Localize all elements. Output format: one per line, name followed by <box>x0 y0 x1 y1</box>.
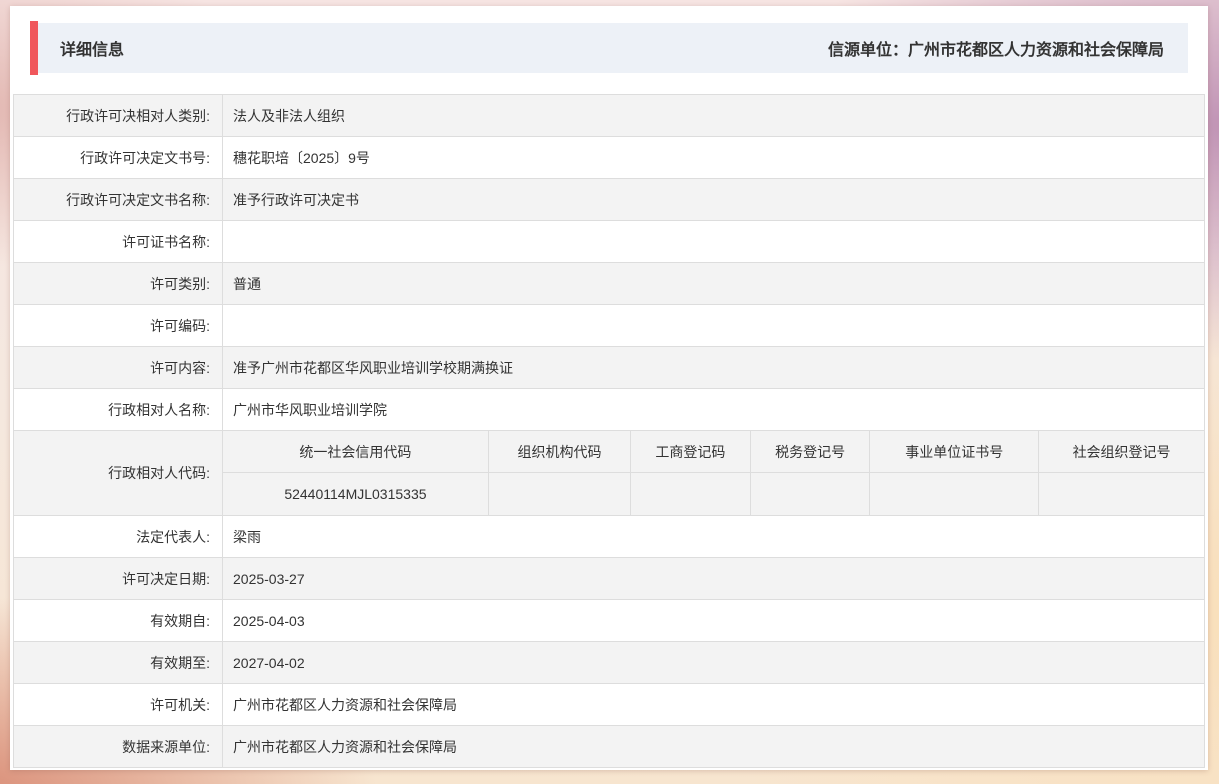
header-accent-bar <box>30 21 38 75</box>
table-row-valid-from: 有效期自: 2025-04-03 <box>14 600 1204 642</box>
table-row-licensing-authority: 许可机关: 广州市花都区人力资源和社会保障局 <box>14 684 1204 726</box>
codes-cell-business-reg <box>631 473 751 515</box>
codes-column-header-institution-cert: 事业单位证书号 <box>870 431 1040 472</box>
row-label: 行政相对人名称: <box>14 389 223 430</box>
table-row-data-source-unit: 数据来源单位: 广州市花都区人力资源和社会保障局 <box>14 726 1204 768</box>
page-title: 详细信息 <box>60 42 125 59</box>
row-label: 许可编码: <box>14 305 223 346</box>
row-label: 有效期至: <box>14 642 223 683</box>
row-label: 行政相对人代码: <box>14 431 223 515</box>
row-label: 许可内容: <box>14 347 223 388</box>
codes-cell-institution-cert <box>870 473 1040 515</box>
row-label: 许可机关: <box>14 684 223 725</box>
row-value: 广州市华风职业培训学院 <box>233 401 387 418</box>
row-label: 法定代表人: <box>14 516 223 557</box>
table-row-license-content: 许可内容: 准予广州市花都区华风职业培训学校期满换证 <box>14 347 1204 389</box>
codes-column-header-social-org-reg: 社会组织登记号 <box>1072 443 1171 460</box>
table-row-document-name: 行政许可决定文书名称: 准予行政许可决定书 <box>14 179 1204 221</box>
row-label: 行政许可决定文书名称: <box>14 179 223 220</box>
codes-cell-org-code <box>489 473 632 515</box>
table-row-valid-to: 有效期至: 2027-04-02 <box>14 642 1204 684</box>
row-label: 行政许可决定文书号: <box>14 137 223 178</box>
table-row-certificate-name: 许可证书名称: <box>14 221 1204 263</box>
source-unit-label: 信源单位：广州市花都区人力资源和社会保障局 <box>827 42 1164 59</box>
row-value: 穗花职培〔2025〕9号 <box>233 149 370 166</box>
table-row-decision-date: 许可决定日期: 2025-03-27 <box>14 558 1204 600</box>
row-label: 许可证书名称: <box>14 221 223 262</box>
row-value: 广州市花都区人力资源和社会保障局 <box>233 738 457 755</box>
codes-row: 行政相对人代码: 统一社会信用代码 组织机构代码 工商登记码 税务登记号 事业单… <box>14 431 1204 516</box>
row-value: 准予行政许可决定书 <box>233 191 359 208</box>
codes-cell-credit-code: 52440114MJL0315335 <box>223 473 489 515</box>
card-header: 详细信息 信源单位：广州市花都区人力资源和社会保障局 <box>30 21 1188 75</box>
row-value: 法人及非法人组织 <box>233 107 345 124</box>
row-value: 广州市花都区人力资源和社会保障局 <box>233 696 457 713</box>
row-label: 有效期自: <box>14 600 223 641</box>
codes-header-row: 统一社会信用代码 组织机构代码 工商登记码 税务登记号 事业单位证书号 社会组织… <box>223 431 1204 473</box>
row-value: 普通 <box>233 275 261 292</box>
codes-cell-social-org-reg <box>1039 473 1204 515</box>
table-row-legal-representative: 法定代表人: 梁雨 <box>14 516 1204 558</box>
row-value: 梁雨 <box>233 528 261 545</box>
row-value: 2025-03-27 <box>233 570 305 587</box>
row-value <box>223 221 1204 262</box>
codes-table: 统一社会信用代码 组织机构代码 工商登记码 税务登记号 事业单位证书号 社会组织… <box>223 431 1204 515</box>
codes-cell-tax-reg <box>751 473 871 515</box>
table-row-license-code: 许可编码: <box>14 305 1204 347</box>
row-label: 许可类别: <box>14 263 223 304</box>
table-row-counterpart-name: 行政相对人名称: 广州市华风职业培训学院 <box>14 389 1204 431</box>
codes-column-header-tax-reg: 税务登记号 <box>751 431 871 472</box>
codes-value-row: 52440114MJL0315335 <box>223 473 1204 515</box>
row-value: 2027-04-02 <box>233 654 305 671</box>
table-row-license-category: 许可类别: 普通 <box>14 263 1204 305</box>
codes-column-header-org-code: 组织机构代码 <box>489 431 632 472</box>
table-row-document-number: 行政许可决定文书号: 穗花职培〔2025〕9号 <box>14 137 1204 179</box>
codes-column-header-business-reg: 工商登记码 <box>631 431 751 472</box>
row-label: 数据来源单位: <box>14 726 223 767</box>
codes-column-header-credit-code: 统一社会信用代码 <box>223 431 489 472</box>
row-label: 行政许可决相对人类别: <box>14 95 223 136</box>
table-row-subject-type: 行政许可决相对人类别: 法人及非法人组织 <box>14 95 1204 137</box>
row-value <box>223 305 1204 346</box>
detail-table: 行政许可决相对人类别: 法人及非法人组织 行政许可决定文书号: 穗花职培〔202… <box>13 94 1205 768</box>
row-value: 2025-04-03 <box>233 612 305 629</box>
detail-card: 详细信息 信源单位：广州市花都区人力资源和社会保障局 行政许可决相对人类别: 法… <box>10 6 1208 770</box>
row-label: 许可决定日期: <box>14 558 223 599</box>
row-value: 准予广州市花都区华风职业培训学校期满换证 <box>233 359 513 376</box>
